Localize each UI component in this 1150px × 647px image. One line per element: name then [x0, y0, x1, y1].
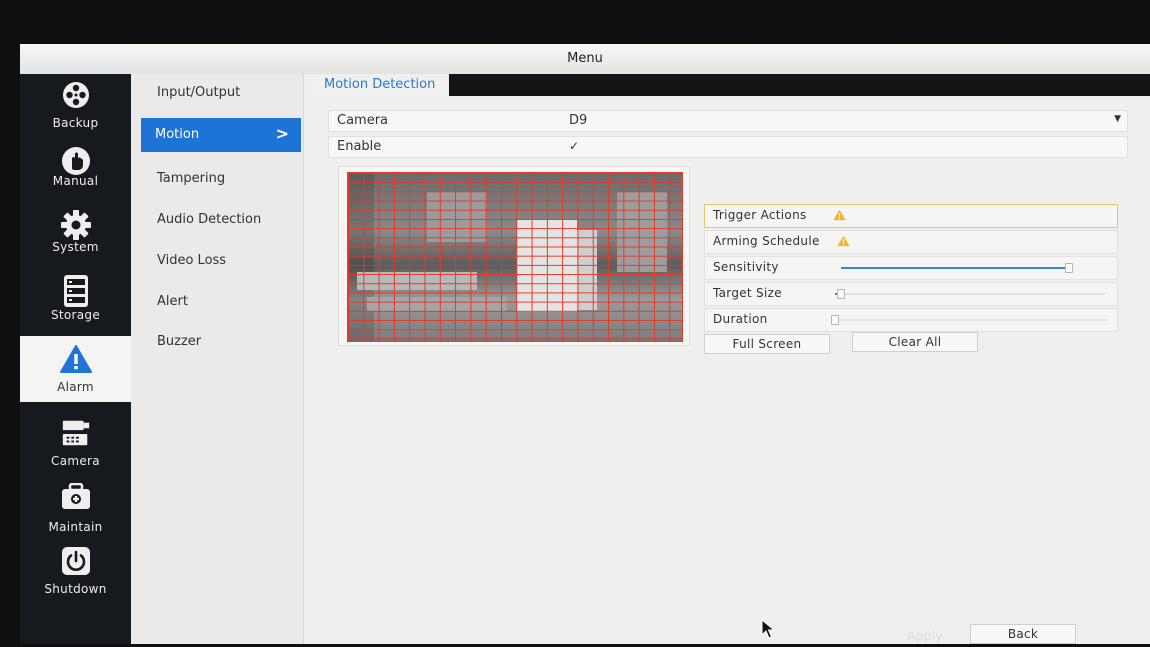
apply-button[interactable]: Apply — [874, 626, 976, 644]
nav-item-backup[interactable]: Backup — [20, 74, 131, 138]
sensitivity-slider-fill — [841, 267, 1069, 269]
arming-schedule-row[interactable]: Arming Schedule — [704, 230, 1118, 254]
camera-value: D9 — [569, 113, 588, 128]
submenu-label: Video Loss — [157, 253, 227, 268]
alarm-submenu: Input/Output Motion > Tampering Audio De… — [131, 74, 304, 644]
enable-label: Enable — [337, 139, 382, 154]
toolbox-icon — [60, 482, 92, 512]
submenu-item-audio-detection[interactable]: Audio Detection — [131, 203, 303, 237]
submenu-label: Motion — [155, 127, 200, 142]
nav-label-alarm: Alarm — [57, 380, 94, 394]
submenu-item-alert[interactable]: Alert — [131, 285, 303, 319]
nav-item-manual[interactable]: Manual — [20, 140, 131, 204]
gear-icon — [60, 210, 92, 240]
tab-motion-detection[interactable]: Motion Detection — [314, 74, 450, 96]
nav-label-manual: Manual — [52, 174, 99, 188]
nav-label-backup: Backup — [52, 116, 99, 130]
duration-slider-thumb[interactable] — [831, 315, 839, 325]
full-screen-button[interactable]: Full Screen — [704, 334, 830, 354]
camera-video-feed[interactable] — [347, 172, 683, 342]
main-nav: Backup Manual System Storage Alarm Camer… — [20, 74, 131, 644]
camera-label: Camera — [337, 113, 389, 128]
warning-icon[interactable] — [837, 235, 850, 247]
target-size-slider[interactable] — [835, 289, 1105, 299]
nav-label-shutdown: Shutdown — [44, 582, 107, 596]
tab-bar: Motion Detection — [314, 74, 1150, 96]
arming-schedule-label: Arming Schedule — [713, 234, 820, 248]
submenu-label: Alert — [157, 294, 188, 309]
chevron-right-icon: > — [275, 124, 289, 143]
submenu-item-input-output[interactable]: Input/Output — [131, 76, 303, 110]
enable-checkbox[interactable]: ✓ — [569, 139, 579, 153]
film-reel-icon — [60, 80, 92, 110]
submenu-label: Buzzer — [157, 334, 202, 349]
back-button[interactable]: Back — [970, 624, 1076, 644]
power-icon — [60, 546, 92, 576]
nav-item-shutdown[interactable]: Shutdown — [20, 540, 131, 604]
camera-icon — [60, 418, 92, 448]
sensitivity-slider-thumb[interactable] — [1065, 263, 1074, 273]
submenu-item-video-loss[interactable]: Video Loss — [131, 244, 303, 278]
warning-icon[interactable] — [833, 209, 846, 221]
submenu-item-tampering[interactable]: Tampering — [131, 162, 303, 196]
enable-row: Enable ✓ — [328, 136, 1128, 158]
disk-icon — [60, 275, 92, 307]
target-size-row: Target Size — [704, 282, 1118, 306]
nav-item-storage[interactable]: Storage — [20, 270, 131, 334]
motion-grid[interactable] — [347, 172, 683, 342]
duration-row: Duration — [704, 308, 1118, 332]
sensitivity-slider[interactable] — [841, 263, 1074, 273]
target-size-label: Target Size — [713, 286, 782, 300]
trigger-actions-row[interactable]: Trigger Actions — [704, 204, 1118, 228]
dropdown-arrow-icon: ▼ — [1114, 114, 1121, 124]
mouse-cursor-icon — [761, 619, 775, 639]
hand-icon — [60, 146, 92, 176]
duration-slider[interactable] — [831, 315, 1107, 325]
nav-label-storage: Storage — [50, 308, 101, 322]
submenu-item-motion[interactable]: Motion > — [141, 118, 301, 152]
menu-window: Menu Backup Manual System Storage Alarm … — [20, 44, 1150, 644]
duration-label: Duration — [713, 312, 768, 326]
submenu-item-buzzer[interactable]: Buzzer — [131, 325, 303, 359]
nav-label-maintain: Maintain — [48, 520, 103, 534]
submenu-label: Tampering — [157, 171, 226, 186]
clear-all-button[interactable]: Clear All — [852, 332, 978, 352]
sensitivity-row: Sensitivity — [704, 256, 1118, 280]
trigger-actions-label: Trigger Actions — [713, 208, 807, 222]
motion-area-preview — [338, 166, 690, 346]
nav-label-system: System — [52, 240, 99, 254]
nav-item-maintain[interactable]: Maintain — [20, 476, 131, 540]
nav-item-camera[interactable]: Camera — [20, 412, 131, 476]
submenu-label: Audio Detection — [157, 212, 262, 227]
window-title: Menu — [567, 51, 603, 66]
warning-icon — [60, 344, 92, 374]
submenu-label: Input/Output — [157, 85, 241, 100]
nav-label-camera: Camera — [51, 454, 100, 468]
sensitivity-label: Sensitivity — [713, 260, 779, 274]
title-bar: Menu — [20, 44, 1150, 75]
target-size-slider-thumb[interactable] — [837, 289, 846, 299]
nav-item-system[interactable]: System — [20, 204, 131, 268]
camera-select[interactable]: Camera D9 ▼ — [328, 110, 1128, 132]
motion-detection-panel: Motion Detection Camera D9 ▼ Enable ✓ Tr… — [304, 74, 1150, 644]
nav-item-alarm[interactable]: Alarm — [20, 336, 131, 402]
